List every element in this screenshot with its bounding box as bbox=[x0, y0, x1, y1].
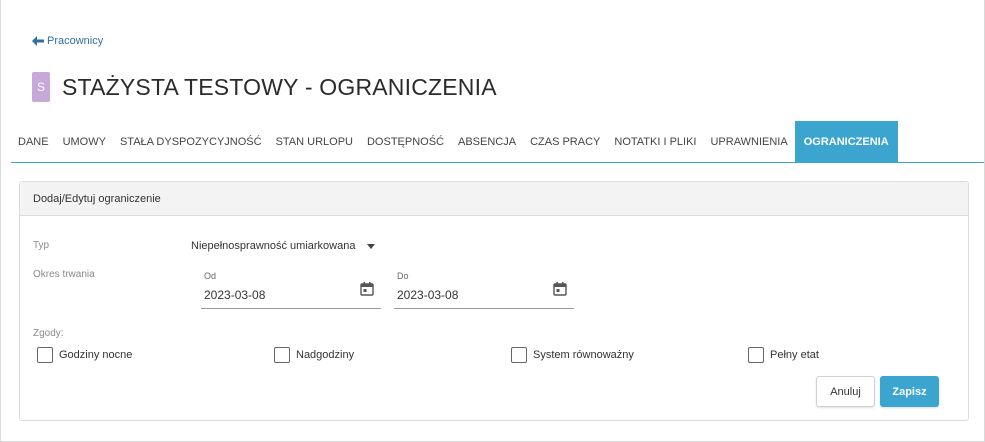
checkbox-nadgodziny[interactable]: Nadgodziny bbox=[274, 347, 354, 363]
checkbox-godziny-nocne[interactable]: Godziny nocne bbox=[37, 347, 132, 363]
avatar: S bbox=[32, 72, 50, 102]
page-header: S STAŻYSTA TESTOWY - OGRANICZENIA bbox=[32, 72, 497, 102]
checkbox-label: Nadgodziny bbox=[296, 349, 355, 361]
date-to-field[interactable]: Do 2023-03-08 bbox=[394, 271, 574, 309]
page-title: STAŻYSTA TESTOWY - OGRANICZENIA bbox=[62, 73, 497, 100]
tab-dane[interactable]: DANE bbox=[11, 121, 56, 163]
type-select-value: Niepełnosprawność umiarkowana bbox=[191, 240, 356, 252]
calendar-icon[interactable] bbox=[553, 282, 567, 296]
save-button[interactable]: Zapisz bbox=[880, 376, 939, 407]
checkbox-box[interactable] bbox=[511, 347, 527, 363]
tab-notatki-i-pliki[interactable]: NOTATKI I PLIKI bbox=[607, 121, 703, 163]
checkbox-label: Godziny nocne bbox=[59, 349, 133, 361]
tab-absencja[interactable]: ABSENCJA bbox=[451, 121, 523, 163]
tab-czas-pracy[interactable]: CZAS PRACY bbox=[523, 121, 607, 163]
calendar-icon[interactable] bbox=[360, 282, 374, 296]
tab-umowy[interactable]: UMOWY bbox=[56, 121, 113, 163]
caret-down-icon bbox=[367, 243, 376, 249]
checkbox-box[interactable] bbox=[274, 347, 290, 363]
tab-dostepnosc[interactable]: DOSTĘPNOŚĆ bbox=[360, 121, 451, 163]
consents-label: Zgody: bbox=[33, 328, 64, 339]
duration-label: Okres trwania bbox=[33, 269, 95, 280]
back-link[interactable]: Pracownicy bbox=[32, 35, 103, 47]
tab-bar: DANE UMOWY STAŁA DYSPOZYCYJNOŚĆ STAN URL… bbox=[11, 121, 984, 163]
checkbox-box[interactable] bbox=[37, 347, 53, 363]
tab-stan-urlopu[interactable]: STAN URLOPU bbox=[269, 121, 360, 163]
date-to-value: 2023-03-08 bbox=[397, 288, 459, 302]
checkbox-label: Pełny etat bbox=[770, 349, 819, 361]
type-select[interactable]: Niepełnosprawność umiarkowana bbox=[191, 237, 411, 255]
checkbox-box[interactable] bbox=[748, 347, 764, 363]
checkbox-system-rownowazny[interactable]: System równoważny bbox=[511, 347, 634, 363]
cancel-button[interactable]: Anuluj bbox=[816, 376, 875, 407]
type-label: Typ bbox=[33, 240, 50, 251]
checkbox-label: System równoważny bbox=[533, 349, 634, 361]
back-link-label: Pracownicy bbox=[47, 35, 104, 47]
date-from-label: Od bbox=[204, 271, 217, 281]
panel-title: Dodaj/Edytuj ograniczenie bbox=[20, 182, 968, 216]
app-window: Pracownicy S STAŻYSTA TESTOWY - OGRANICZ… bbox=[0, 0, 985, 442]
tab-ograniczenia[interactable]: OGRANICZENIA bbox=[794, 121, 898, 163]
checkbox-pelny-etat[interactable]: Pełny etat bbox=[748, 347, 819, 363]
date-from-field[interactable]: Od 2023-03-08 bbox=[201, 271, 381, 309]
tab-stala-dyspozycyjnosc[interactable]: STAŁA DYSPOZYCYJNOŚĆ bbox=[113, 121, 269, 163]
date-to-label: Do bbox=[397, 271, 409, 281]
arrow-left-icon bbox=[32, 36, 44, 46]
tab-uprawnienia[interactable]: UPRAWNIENIA bbox=[703, 121, 794, 163]
date-from-value: 2023-03-08 bbox=[204, 288, 266, 302]
restriction-form-panel: Dodaj/Edytuj ograniczenie Typ Niepełnosp… bbox=[19, 181, 969, 421]
